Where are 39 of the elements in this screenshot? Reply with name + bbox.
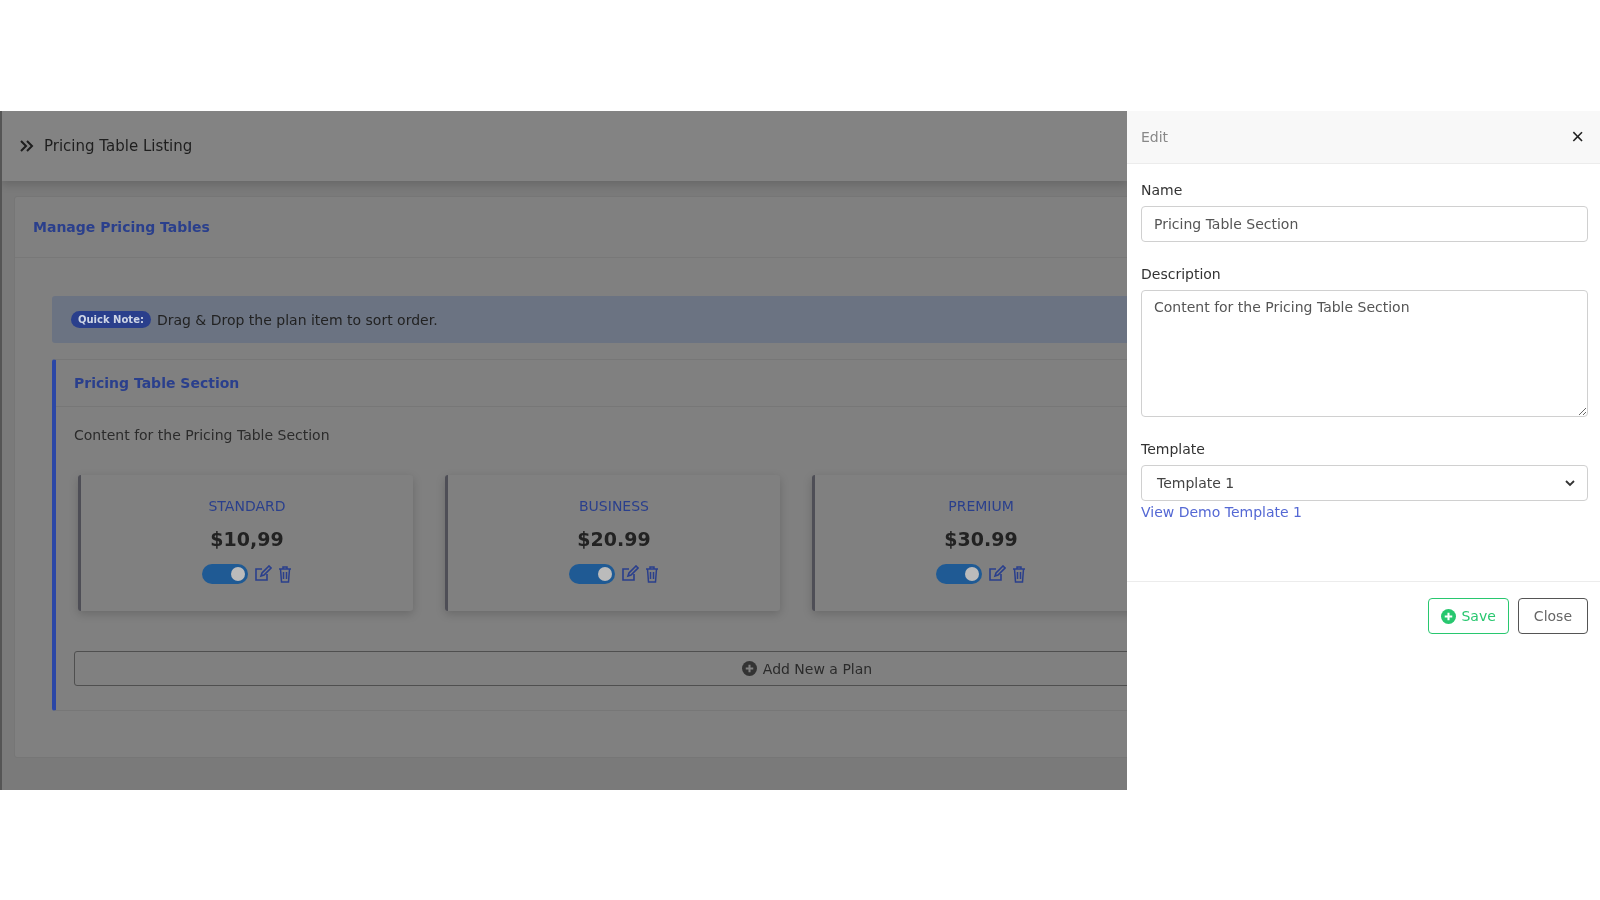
template-dropdown[interactable]: Template 1 bbox=[1141, 465, 1588, 501]
plan-card[interactable]: BUSINESS $20.99 bbox=[445, 475, 780, 611]
toggle-switch[interactable] bbox=[202, 564, 248, 584]
trash-icon[interactable] bbox=[1012, 565, 1026, 583]
plan-card[interactable]: STANDARD $10,99 bbox=[78, 475, 413, 611]
chevron-down-icon bbox=[1565, 479, 1575, 487]
plus-circle-icon bbox=[1441, 608, 1457, 624]
double-chevron-icon bbox=[20, 140, 34, 152]
plan-price: $10,99 bbox=[210, 528, 284, 550]
field-label: Description bbox=[1141, 266, 1221, 282]
note-text: Drag & Drop the plan item to sort order. bbox=[156, 311, 438, 328]
name-field[interactable]: Pricing Table Section bbox=[1141, 206, 1588, 242]
card-title: Manage Pricing Tables bbox=[33, 219, 210, 235]
demo-template-link[interactable]: View Demo Template 1 bbox=[1141, 504, 1302, 520]
plan-name: STANDARD bbox=[208, 498, 286, 514]
edit-icon[interactable] bbox=[621, 565, 639, 583]
field-label: Name bbox=[1141, 182, 1183, 198]
plan-name: PREMIUM bbox=[948, 498, 1014, 514]
edit-icon[interactable] bbox=[988, 565, 1006, 583]
close-drawer-button[interactable]: Close bbox=[1517, 598, 1588, 634]
section-title: Pricing Table Section bbox=[74, 375, 240, 391]
edit-icon[interactable] bbox=[254, 565, 272, 583]
section-description: Content for the Pricing Table Section bbox=[74, 427, 331, 443]
plan-price: $30.99 bbox=[944, 528, 1018, 550]
toggle-switch[interactable] bbox=[569, 564, 615, 584]
close-button[interactable]: × bbox=[1567, 124, 1588, 150]
add-plan-button[interactable]: Add New a Plan bbox=[74, 651, 1127, 686]
plus-circle-icon bbox=[741, 661, 757, 676]
drawer-title: Edit bbox=[1141, 129, 1169, 145]
page-title: Pricing Table Listing bbox=[44, 137, 193, 155]
quick-note-badge: Quick Note: bbox=[71, 311, 151, 328]
plan-card[interactable]: PREMIUM $30.99 bbox=[812, 475, 1127, 611]
trash-icon[interactable] bbox=[278, 565, 292, 583]
toggle-switch[interactable] bbox=[936, 564, 982, 584]
field-label: Template bbox=[1141, 441, 1205, 457]
plan-price: $20.99 bbox=[577, 528, 651, 550]
trash-icon[interactable] bbox=[645, 565, 659, 583]
description-field[interactable]: Content for the Pricing Table Section bbox=[1141, 290, 1588, 417]
plan-name: BUSINESS bbox=[579, 498, 649, 514]
